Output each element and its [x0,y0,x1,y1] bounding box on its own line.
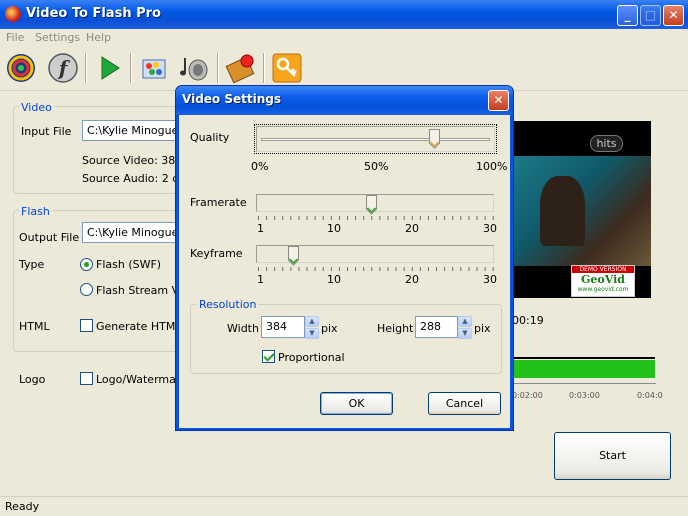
height-label: Height [377,322,414,335]
hits-badge: hits [590,135,623,152]
start-button[interactable]: Start [554,432,671,480]
height-spin-down[interactable]: ▼ [458,328,472,339]
keyframe-tick-30: 30 [483,273,497,286]
open-video-icon[interactable] [4,51,38,85]
geovid-logo: GeoVid [581,273,625,286]
app-icon [5,6,21,22]
proportional-label: Proportional [278,351,345,364]
quality-tick-0: 0% [251,160,269,173]
timeline-label-3: 0:04:0 [637,391,663,400]
resolution-group-label: Resolution [197,298,259,311]
key-register-icon[interactable] [270,51,304,85]
status-bar: Ready [0,496,688,516]
timeline[interactable] [512,357,656,381]
demo-version-text: DEMO VERSION [572,266,634,273]
maximize-button[interactable]: □ [640,5,661,26]
height-unit: pix [474,322,491,335]
video-preview: hits DEMO VERSION GeoVid www.geovid.com [512,121,651,298]
cancel-button[interactable]: Cancel [428,392,501,415]
film-effects-icon[interactable] [224,51,258,85]
status-text: Ready [5,500,40,513]
quality-tick-50: 50% [364,160,389,173]
generate-html-checkbox[interactable] [80,319,93,332]
type-stream-radio[interactable] [80,283,93,296]
height-spin-up[interactable]: ▲ [458,316,472,327]
keyframe-tick-1: 1 [257,273,264,286]
ok-button[interactable]: OK [320,392,393,415]
quality-slider[interactable] [254,124,497,154]
main-window: Video To Flash Pro _ □ ✕ File Settings H… [0,0,688,516]
keyframe-slider[interactable] [256,244,495,266]
framerate-tick-30: 30 [483,222,497,235]
height-input[interactable]: 288 [415,316,458,338]
type-label: Type [19,258,45,271]
quality-tick-100: 100% [476,160,508,173]
keyframe-label: Keyframe [190,247,243,260]
framerate-tick-20: 20 [405,222,419,235]
width-spinner[interactable]: ▲ ▼ [305,316,319,339]
width-label: Width [227,322,259,335]
framerate-tick-1: 1 [257,222,264,235]
keyframe-tick-marks [258,267,495,271]
close-button[interactable]: ✕ [663,5,684,26]
logo-watermark-label: Logo/Watermark [96,373,187,386]
framerate-tick-10: 10 [327,222,341,235]
proportional-checkbox[interactable] [262,350,275,363]
geovid-url: www.geovid.com [577,286,629,293]
html-label: HTML [19,320,50,333]
timeline-label-2: 0:03:00 [569,391,600,400]
menu-help[interactable]: Help [86,31,111,44]
dialog-title-bar: Video Settings ✕ [176,86,513,115]
output-file-field[interactable]: C:\Kylie Minogue - [82,222,182,243]
type-swf-radio[interactable] [80,258,93,271]
keyframe-tick-20: 20 [405,273,419,286]
minimize-button[interactable]: _ [617,5,638,26]
quality-slider-thumb[interactable] [429,129,441,149]
dialog-title: Video Settings [182,92,281,106]
flash-group-label: Flash [19,205,52,218]
height-spinner[interactable]: ▲ ▼ [458,316,472,339]
color-palette-icon[interactable] [137,51,171,85]
type-swf-label: Flash (SWF) [96,258,162,271]
logo-watermark-checkbox[interactable] [80,372,93,385]
input-file-field[interactable]: C:\Kylie Minogue - [82,120,182,141]
width-unit: pix [321,322,338,335]
framerate-slider-thumb[interactable] [365,195,377,215]
input-file-label: Input File [21,125,72,138]
output-file-label: Output File [19,231,80,244]
menu-file[interactable]: File [6,31,24,44]
window-title: Video To Flash Pro [26,6,161,21]
dialog-body: Quality 0% 50% 100% Framerate 1 10 20 30… [179,115,510,428]
width-spin-up[interactable]: ▲ [305,316,319,327]
framerate-label: Framerate [190,196,247,209]
dialog-close-button[interactable]: ✕ [488,90,509,111]
framerate-slider[interactable] [256,193,495,215]
logo-label: Logo [19,373,46,386]
keyframe-tick-10: 10 [327,273,341,286]
play-icon[interactable] [92,51,126,85]
resolution-group [190,304,502,374]
source-video-info: Source Video: 384x [82,154,189,167]
quality-label: Quality [190,131,230,144]
time-readout: 00:19 [512,314,544,327]
keyframe-slider-thumb[interactable] [288,246,300,266]
video-group-label: Video [19,101,54,114]
generate-html-label: Generate HTML [96,320,182,333]
flash-icon[interactable]: f [46,51,80,85]
framerate-tick-marks [258,216,495,220]
audio-speaker-icon[interactable] [176,51,210,85]
width-input[interactable]: 384 [261,316,305,338]
menu-settings[interactable]: Settings [35,31,80,44]
video-settings-dialog: Video Settings ✕ Quality 0% 50% 100% Fra… [175,85,514,431]
width-spin-down[interactable]: ▼ [305,328,319,339]
timeline-label-1: 0:02:00 [512,391,543,400]
menu-bar: File Settings Help [0,29,688,46]
title-bar: Video To Flash Pro _ □ ✕ [0,0,688,29]
